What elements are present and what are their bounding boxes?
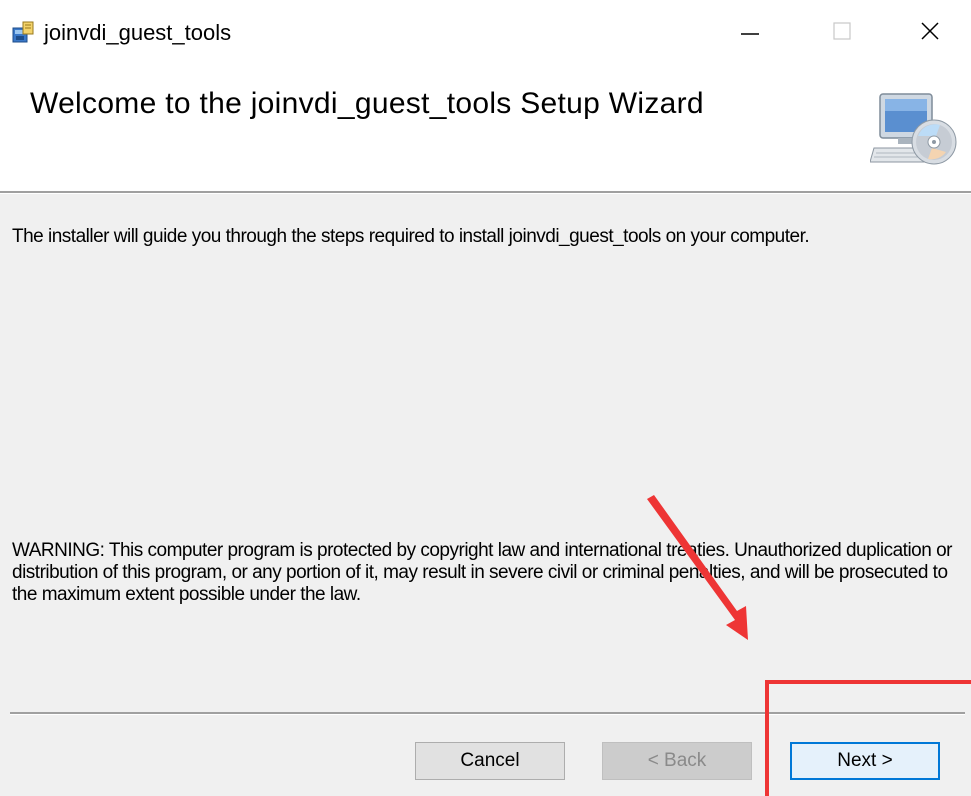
close-button[interactable] <box>900 8 960 58</box>
footer-divider <box>10 712 965 715</box>
maximize-icon <box>831 20 853 47</box>
wizard-banner: Welcome to the joinvdi_guest_tools Setup… <box>0 66 971 191</box>
back-button[interactable]: < Back <box>602 742 752 780</box>
wizard-content: The installer will guide you through the… <box>0 194 971 796</box>
wizard-title: Welcome to the joinvdi_guest_tools Setup… <box>30 87 704 120</box>
cancel-button[interactable]: Cancel <box>415 742 565 780</box>
title-bar[interactable]: joinvdi_guest_tools <box>0 0 971 66</box>
minimize-button[interactable] <box>720 8 780 58</box>
close-icon <box>919 20 941 47</box>
copyright-warning: WARNING: This computer program is protec… <box>12 540 952 605</box>
next-button[interactable]: Next > <box>790 742 940 780</box>
window-title: joinvdi_guest_tools <box>44 20 232 45</box>
installer-package-icon <box>10 20 36 46</box>
computer-cd-icon <box>869 76 960 176</box>
intro-text: The installer will guide you through the… <box>12 226 810 247</box>
maximize-button[interactable] <box>812 8 872 58</box>
minimize-icon <box>739 20 761 47</box>
